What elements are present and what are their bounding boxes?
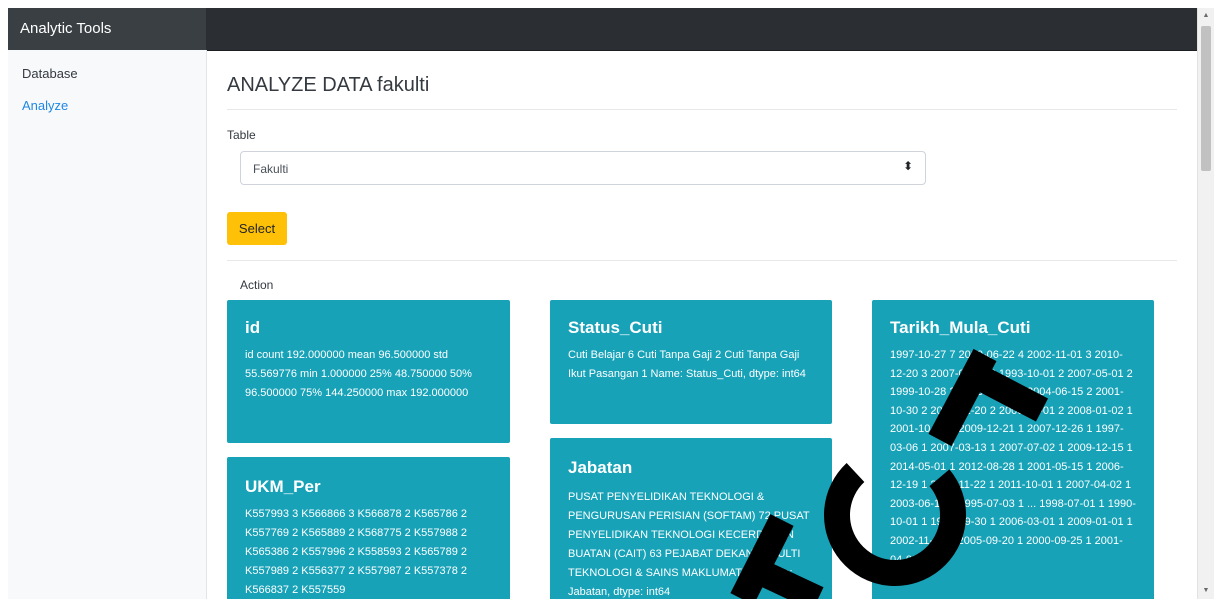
brand-area: Analytic Tools <box>8 8 206 50</box>
divider <box>227 109 1177 110</box>
card-title: Tarikh_Mula_Cuti <box>890 318 1031 337</box>
divider <box>227 260 1177 261</box>
card-text: id count 192.000000 mean 96.500000 std 5… <box>245 349 472 399</box>
card-text: K557993 3 K566866 3 K566878 2 K565786 2 … <box>245 508 468 596</box>
card-title: Status_Cuti <box>568 318 663 337</box>
window-top-edge <box>0 0 1214 8</box>
scroll-down-arrow-icon[interactable]: ▼ <box>1201 586 1211 596</box>
sidebar: Database Analyze <box>8 50 207 599</box>
card-status-cuti: Status_Cuti Cuti Belajar 6 Cuti Tanpa Ga… <box>550 300 832 424</box>
card-id: id id count 192.000000 mean 96.500000 st… <box>227 300 510 443</box>
card-tarikh-mula-cuti: Tarikh_Mula_Cuti 1997-10-27 7 2000-06-22… <box>872 300 1154 599</box>
brand-title[interactable]: Analytic Tools <box>20 20 111 37</box>
vertical-scrollbar[interactable]: ▲ ▼ <box>1197 8 1214 599</box>
scroll-up-arrow-icon[interactable]: ▲ <box>1201 11 1211 21</box>
select-button[interactable]: Select <box>227 212 287 245</box>
card-title: id <box>245 318 261 337</box>
sidebar-item-analyze[interactable]: Analyze <box>22 98 68 113</box>
top-navbar: Analytic Tools <box>8 8 1197 51</box>
card-text: Cuti Belajar 6 Cuti Tanpa Gaji 2 Cuti Ta… <box>568 349 806 380</box>
sidebar-item-database[interactable]: Database <box>22 66 78 81</box>
table-select-value: Fakulti <box>253 162 289 176</box>
card-text: PUSAT PENYELIDIKAN TEKNOLOGI & PENGURUSA… <box>568 491 810 598</box>
scrollbar-thumb[interactable] <box>1201 26 1211 171</box>
select-updown-icon: ⬍ <box>902 159 913 173</box>
main-content: ANALYZE DATA fakulti Table Fakulti ⬍ Sel… <box>207 50 1197 599</box>
card-ukm-per: UKM_Per K557993 3 K566866 3 K566878 2 K5… <box>227 457 510 599</box>
page-title: ANALYZE DATA fakulti <box>227 74 430 96</box>
card-title: Jabatan <box>568 458 633 477</box>
card-text: 1997-10-27 7 2000-06-22 4 2002-11-01 3 2… <box>890 349 1136 566</box>
action-label: Action <box>240 278 274 292</box>
table-select[interactable]: Fakulti ⬍ <box>240 151 926 185</box>
table-label: Table <box>227 128 256 142</box>
card-jabatan: Jabatan PUSAT PENYELIDIKAN TEKNOLOGI & P… <box>550 438 832 599</box>
card-title: UKM_Per <box>245 477 321 496</box>
